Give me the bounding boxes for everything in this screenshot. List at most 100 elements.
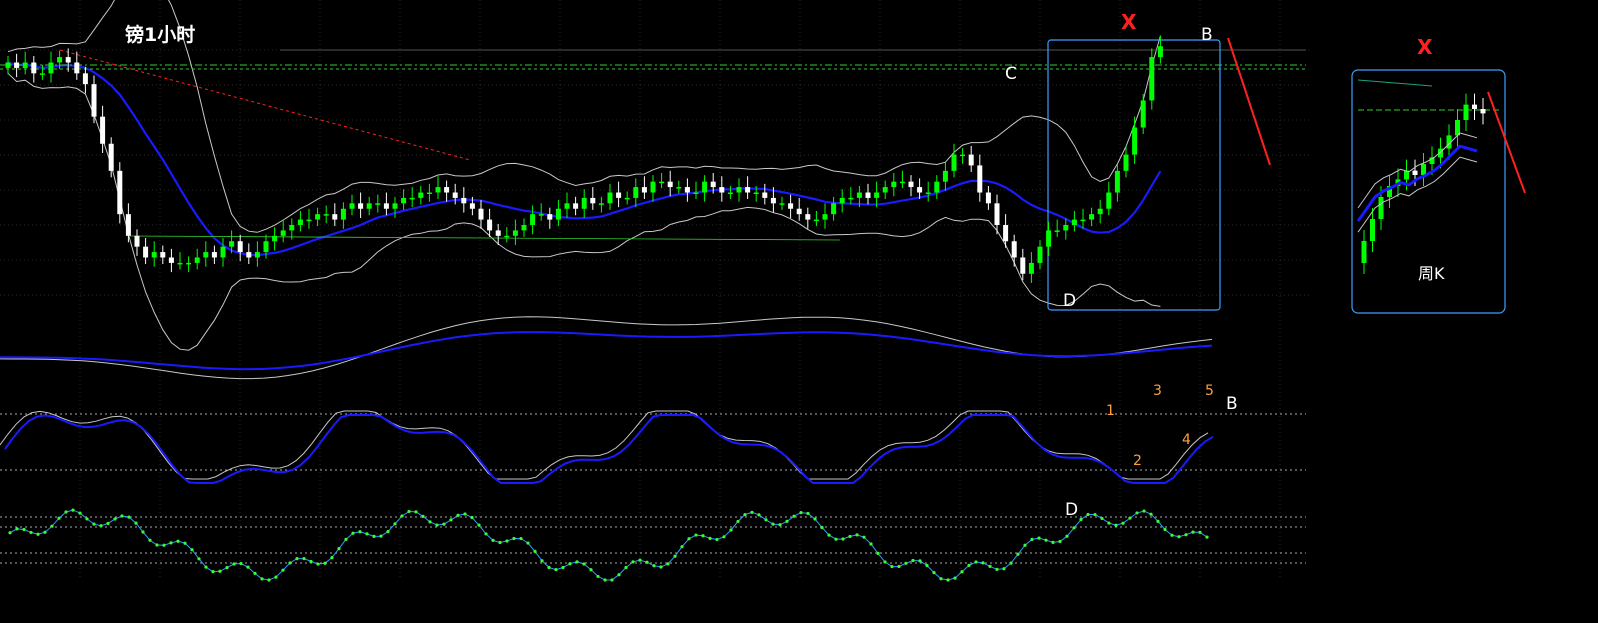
candle-body (91, 84, 97, 117)
rsi-dot (862, 535, 866, 539)
rsi-dot (547, 565, 551, 570)
rsi-dot (50, 524, 54, 528)
rsi-dot (295, 557, 299, 561)
candle-body (555, 208, 561, 220)
rsi-dot (519, 536, 523, 541)
candle-body (444, 187, 450, 193)
x-mark-weekly: X (1417, 35, 1433, 59)
rsi-dot (1114, 523, 1118, 527)
rsi-dot (771, 522, 775, 526)
candle-body (839, 197, 845, 204)
rsi-dot (841, 537, 845, 541)
rsi-dot (834, 537, 838, 541)
candle-body (246, 252, 252, 258)
candle-body (917, 187, 923, 193)
rsi-dot (1072, 526, 1076, 530)
candle-body (280, 230, 286, 236)
rsi-dot (358, 530, 362, 534)
main-chart-title: 镑1小时 (125, 23, 195, 46)
rsi-dot (64, 510, 68, 514)
rsi-dot (1100, 516, 1104, 521)
rsi-dot (617, 573, 621, 577)
rsi-dot (1023, 543, 1027, 547)
candle-body (82, 73, 88, 85)
rsi-dot (134, 521, 138, 525)
rsi-dot (680, 545, 684, 549)
rsi-dot (918, 559, 922, 563)
candle-body (581, 197, 587, 209)
rsi-dot (792, 514, 796, 518)
weekly-candle-body (1412, 170, 1418, 175)
rsi-dot (393, 522, 397, 526)
rsi-dot (554, 568, 558, 572)
weekly-candle-body (1480, 109, 1486, 114)
candle-body (48, 62, 54, 74)
candle-body (487, 219, 493, 231)
rsi-dot (610, 578, 614, 582)
rsi-dot (1163, 527, 1167, 532)
rsi-dot (729, 528, 733, 532)
rsi-dot (365, 532, 369, 536)
rsi-dot (869, 542, 873, 546)
chart-svg: 镑1小时 X X C B D 周K 1 2 3 4 5 B D (0, 0, 1598, 619)
candle-body (788, 203, 794, 209)
rsi-dot (673, 554, 677, 558)
candle-body (521, 225, 527, 231)
rsi-dot (897, 564, 901, 569)
rsi-dot (876, 551, 880, 556)
rsi-dot (127, 515, 131, 519)
rsi-dot (1205, 535, 1209, 539)
rsi-dot (29, 530, 33, 535)
rsi-dot (113, 517, 117, 521)
rsi-dot (1177, 535, 1181, 539)
candle-body (960, 154, 966, 157)
candle-body (573, 203, 579, 209)
candle-body (1071, 219, 1077, 225)
candle-body (478, 208, 484, 220)
candle-body (908, 181, 914, 188)
rsi-dot (43, 530, 47, 534)
candle-body (753, 192, 759, 194)
candle-body (392, 203, 398, 209)
candle-body (1054, 230, 1060, 232)
rsi-dot (57, 516, 61, 520)
candle-body (607, 192, 613, 204)
rsi-dot (1009, 561, 1013, 565)
candle-body (426, 192, 432, 194)
rsi-dot (232, 562, 236, 566)
rsi-dot (190, 548, 194, 552)
candle-body (727, 192, 733, 194)
candle-body (1132, 127, 1138, 155)
candle-body (564, 203, 570, 209)
rsi-dot (974, 560, 978, 564)
rsi-dot (155, 543, 159, 547)
rsi-dot (414, 510, 418, 514)
candle-body (770, 197, 776, 204)
candle-body (925, 192, 931, 194)
candle-body (1037, 246, 1043, 263)
rsi-dot (960, 570, 964, 574)
rsi-dot (750, 510, 754, 514)
rsi-dot (120, 514, 124, 518)
candle-body (383, 203, 389, 209)
candle-body (762, 192, 768, 198)
rsi-dot (925, 563, 929, 568)
rsi-dot (743, 513, 747, 517)
rsi-dot (659, 565, 663, 569)
candle-body (512, 230, 518, 236)
weekly-candle-body (1463, 104, 1469, 120)
rsi-dot (1121, 521, 1125, 525)
candle-body (401, 197, 407, 204)
rsi-dot (1002, 567, 1006, 571)
rsi-dot (162, 543, 166, 547)
point-c-label: C (1005, 64, 1017, 84)
rsi-dot (484, 532, 488, 536)
candle-body (418, 192, 424, 198)
candle-body (358, 203, 364, 209)
stoch-b-label: B (1226, 394, 1238, 414)
candle-body (134, 235, 140, 247)
candle-body (985, 192, 991, 204)
candle-body (315, 214, 321, 220)
rsi-dot (491, 538, 495, 542)
rsi-dot (911, 558, 915, 563)
